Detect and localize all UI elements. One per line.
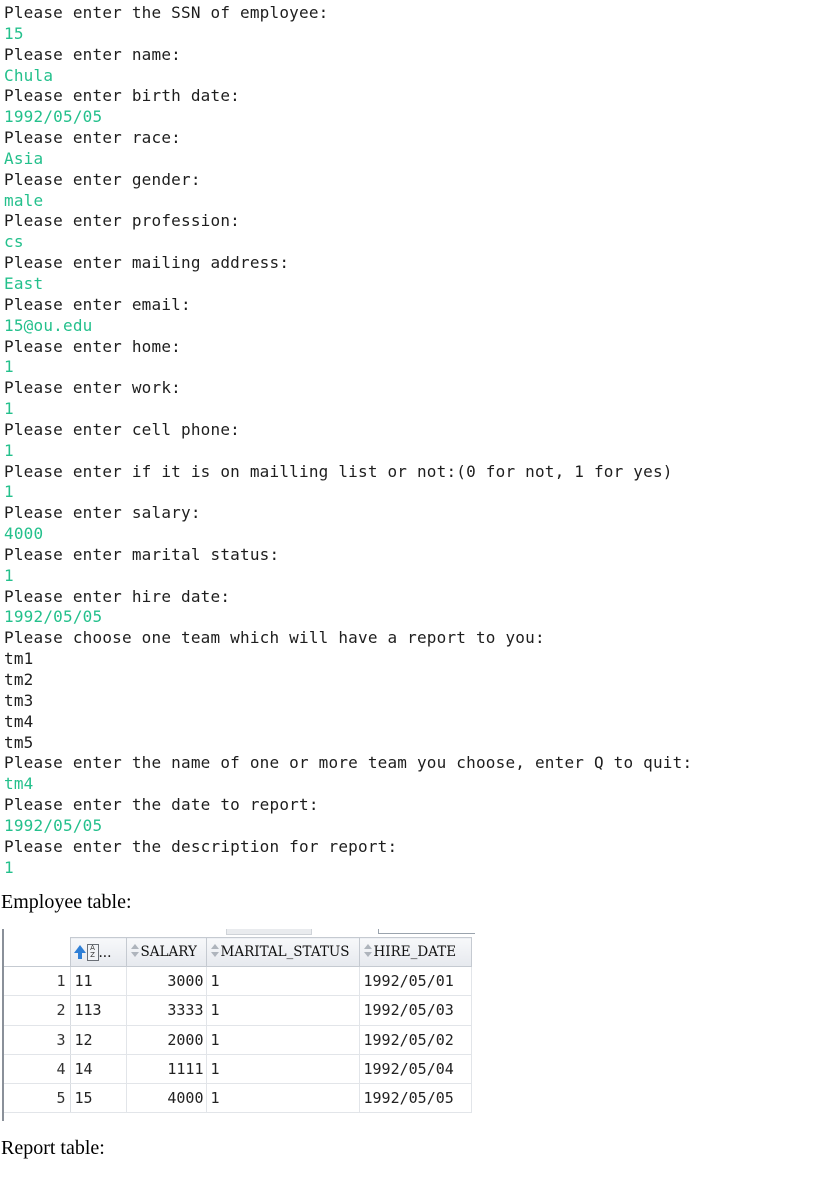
console-prompt-line: Please choose one team which will have a…: [4, 628, 545, 648]
console-prompt-line: tm5: [4, 732, 34, 752]
ssn-cell[interactable]: 15: [70, 1083, 127, 1114]
employee-table: AZ ... SALARY MARITAL_STATUS HIRE_DATE 1…: [4, 937, 472, 1114]
marital-status-cell[interactable]: 1: [206, 1054, 360, 1085]
row-number-cell[interactable]: 3: [4, 1025, 71, 1055]
hire-date-cell[interactable]: 1992/05/03: [359, 995, 472, 1026]
table-row[interactable]: 3 12 2000 1 1992/05/02: [4, 1025, 472, 1055]
sort-ascending-az-icon[interactable]: AZ: [73, 943, 99, 961]
console-prompt-line: Please enter race:: [4, 128, 181, 148]
console-input-line: cs: [4, 232, 24, 252]
salary-cell[interactable]: 3333: [126, 995, 207, 1026]
table-row[interactable]: 2 113 3333 1 1992/05/03: [4, 995, 472, 1026]
console-input-line: male: [4, 190, 44, 210]
grid-top-toolbar-remnant: [2, 929, 475, 936]
marital-status-cell[interactable]: 1: [206, 966, 360, 997]
console-prompt-line: Please enter mailing address:: [4, 253, 290, 273]
column-header-hire-date-label: HIRE_DATE: [373, 944, 457, 960]
console-input-line: Chula: [4, 65, 54, 85]
console-prompt-line: Please enter hire date:: [4, 586, 231, 606]
console-prompt-line: Please enter the date to report:: [4, 795, 319, 815]
employee-table-body: 1 11 3000 1 1992/05/01 2 113 3333 1 1992/05/03 3 12…: [4, 966, 472, 1114]
console-prompt-line: tm2: [4, 670, 34, 689]
console-input-line: 1: [4, 857, 14, 877]
column-header-hire-date[interactable]: HIRE_DATE: [358, 937, 472, 967]
console-input-line: 15@ou.edu: [4, 315, 93, 335]
salary-cell[interactable]: 1111: [126, 1054, 207, 1085]
console-prompt-line: Please enter name:: [4, 44, 181, 64]
column-header-ssn[interactable]: AZ ...: [69, 937, 127, 967]
sort-arrows-icon[interactable]: [209, 944, 221, 958]
marital-status-cell[interactable]: 1: [206, 995, 360, 1026]
console-prompt-line: tm1: [4, 649, 34, 669]
table-row[interactable]: 5 15 4000 1 1992/05/05: [4, 1083, 472, 1114]
grid-toolbar-frame: [378, 929, 475, 934]
console-input-line: 1992/05/05: [4, 815, 103, 835]
ssn-cell[interactable]: 113: [70, 995, 127, 1026]
column-header-marital-status[interactable]: MARITAL_STATUS: [205, 937, 360, 967]
console-prompt-line: Please enter if it is on mailling list o…: [4, 461, 673, 481]
salary-cell[interactable]: 4000: [126, 1083, 207, 1114]
table-header-row: AZ ... SALARY MARITAL_STATUS HIRE_DATE: [4, 937, 472, 967]
column-header-salary[interactable]: SALARY: [125, 937, 207, 967]
report-table-caption: Report table:: [1, 1137, 105, 1159]
console-input-line: 1: [4, 440, 14, 460]
employee-table-caption: Employee table:: [1, 891, 132, 913]
console-input-line: 1992/05/05: [4, 107, 103, 127]
console-prompt-line: Please enter birth date:: [4, 86, 240, 106]
console-prompt-line: Please enter email:: [4, 294, 191, 314]
console-prompt-line: Please enter the name of one or more tea…: [4, 753, 693, 773]
table-row[interactable]: 1 11 3000 1 1992/05/01: [4, 966, 472, 997]
marital-status-cell[interactable]: 1: [206, 1025, 360, 1055]
console-prompt-line: Please enter marital status:: [4, 544, 280, 564]
console-input-line: 1992/05/05: [4, 607, 103, 627]
employee-table-grid: AZ ... SALARY MARITAL_STATUS HIRE_DATE 1…: [2, 929, 475, 1121]
salary-cell[interactable]: 2000: [126, 1025, 207, 1055]
ssn-cell[interactable]: 14: [70, 1054, 127, 1085]
ssn-cell[interactable]: 12: [70, 1025, 127, 1055]
console-input-line: 1: [4, 399, 14, 419]
marital-status-cell[interactable]: 1: [206, 1083, 360, 1114]
console-input-line: Asia: [4, 148, 44, 168]
console-input-line: 15: [4, 23, 24, 43]
hire-date-cell[interactable]: 1992/05/02: [359, 1025, 472, 1055]
console-prompt-line: Please enter salary:: [4, 503, 201, 523]
row-number-cell[interactable]: 5: [4, 1083, 71, 1114]
hire-date-cell[interactable]: 1992/05/05: [359, 1083, 472, 1114]
grid-toolbar-tab: [226, 929, 312, 935]
console-input-line: 1: [4, 565, 14, 585]
sort-arrows-icon[interactable]: [129, 944, 141, 958]
salary-cell[interactable]: 3000: [126, 966, 207, 997]
column-header-marital-status-label: MARITAL_STATUS: [220, 944, 350, 960]
console-prompt-line: Please enter cell phone:: [4, 419, 240, 439]
column-header-ssn-label: ...: [98, 944, 112, 961]
console-input-line: tm4: [4, 774, 34, 794]
ssn-cell[interactable]: 11: [70, 966, 127, 997]
console-output: Please enter the SSN of employee: 15 Pleas…: [4, 3, 692, 878]
console-prompt-line: Please enter the description for report:: [4, 836, 398, 856]
console-prompt-line: Please enter work:: [4, 378, 181, 398]
row-number-header: [4, 937, 71, 967]
sort-arrows-icon[interactable]: [362, 944, 374, 958]
console-prompt-line: Please enter the SSN of employee:: [4, 3, 329, 22]
console-input-line: 1: [4, 357, 14, 377]
column-header-salary-label: SALARY: [140, 944, 197, 960]
console-input-line: 1: [4, 482, 14, 502]
row-number-cell[interactable]: 4: [4, 1054, 71, 1085]
console-input-line: East: [4, 273, 44, 293]
hire-date-cell[interactable]: 1992/05/04: [359, 1054, 472, 1085]
hire-date-cell[interactable]: 1992/05/01: [359, 966, 472, 997]
table-row[interactable]: 4 14 1111 1 1992/05/04: [4, 1054, 472, 1085]
console-prompt-line: tm4: [4, 711, 34, 731]
console-prompt-line: tm3: [4, 690, 34, 710]
console-input-line: 4000: [4, 524, 44, 544]
row-number-cell[interactable]: 2: [4, 995, 71, 1026]
console-prompt-line: Please enter profession:: [4, 211, 240, 231]
console-prompt-line: Please enter home:: [4, 336, 181, 356]
row-number-cell[interactable]: 1: [4, 966, 71, 997]
console-prompt-line: Please enter gender:: [4, 169, 201, 189]
